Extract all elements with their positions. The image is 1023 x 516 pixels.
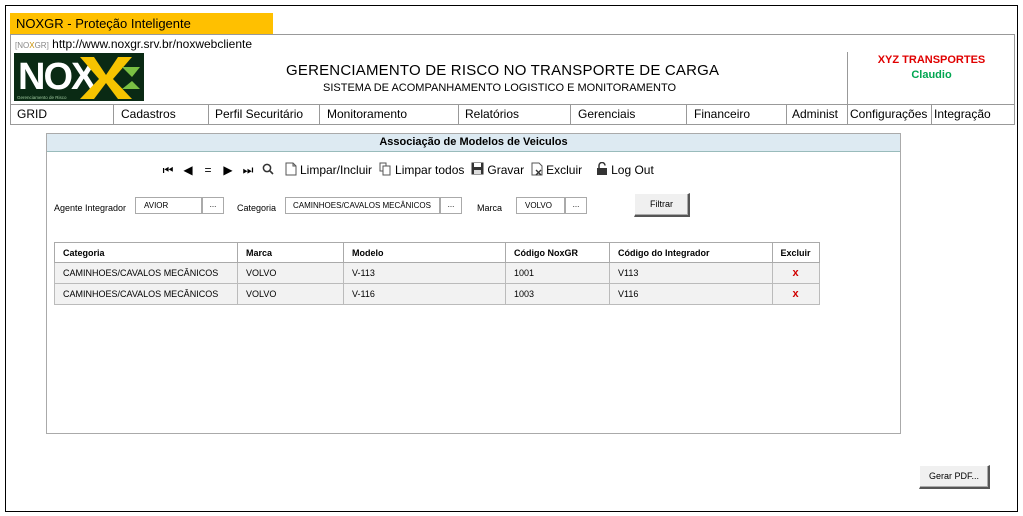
menu-item-financeiro[interactable]: Financeiro [687, 105, 787, 124]
main-menu: GRID Cadastros Perfil Securitário Monito… [10, 104, 1015, 125]
categoria-field[interactable]: CAMINHOES/CAVALOS MECÂNICOS [285, 197, 440, 214]
table-row[interactable]: CAMINHOES/CAVALOS MECÂNICOS VOLVO V-116 … [54, 283, 820, 305]
record-toolbar: ⏮ ◀ = ▶ ⏭ Limpar/Incluir Limpar todos Gr… [158, 161, 654, 179]
col-header-marca: Marca [237, 242, 344, 263]
url-logo-tag: [NOXGR] [15, 41, 49, 50]
cell-modelo: V-113 [343, 262, 506, 284]
categoria-label: Categoria [237, 203, 277, 213]
col-header-excluir: Excluir [772, 242, 820, 263]
col-header-modelo: Modelo [343, 242, 506, 263]
gerar-pdf-button[interactable]: Gerar PDF... [919, 465, 990, 489]
logout-button[interactable]: Log Out [596, 161, 654, 179]
col-header-codigo-noxgr: Código NoxGR [505, 242, 610, 263]
menu-item-perfil-securitario[interactable]: Perfil Securitário [209, 105, 320, 124]
cell-modelo: V-116 [343, 283, 506, 305]
col-header-codigo-integrador: Código do Integrador [609, 242, 773, 263]
marca-label: Marca [477, 203, 503, 213]
cell-categoria: CAMINHOES/CAVALOS MECÂNICOS [54, 283, 238, 305]
delete-row-icon[interactable]: x [772, 283, 820, 305]
search-icon[interactable] [258, 163, 278, 178]
menu-item-gerenciais[interactable]: Gerenciais [571, 105, 687, 124]
table-header-row: Categoria Marca Modelo Código NoxGR Códi… [54, 242, 820, 263]
menu-item-grid[interactable]: GRID [11, 105, 114, 124]
cell-codigo-noxgr: 1001 [505, 262, 610, 284]
association-panel: Associação de Modelos de Veiculos ⏮ ◀ = … [46, 133, 901, 434]
agente-integrador-lookup-button[interactable]: ... [202, 197, 224, 214]
next-record-icon[interactable]: ▶ [218, 163, 238, 177]
company-name: XYZ TRANSPORTES [877, 54, 986, 66]
delete-row-icon[interactable]: x [772, 262, 820, 284]
filtrar-button[interactable]: Filtrar [634, 193, 690, 217]
menu-item-relatorios[interactable]: Relatórios [459, 105, 571, 124]
cell-marca: VOLVO [237, 283, 344, 305]
agente-integrador-field[interactable]: AVIOR [135, 197, 202, 214]
cell-codigo-integrador: V113 [609, 262, 773, 284]
window-tab-title: NOXGR - Proteção Inteligente [16, 16, 191, 31]
limpar-incluir-button[interactable]: Limpar/Incluir [285, 162, 372, 179]
excluir-button[interactable]: Excluir [531, 162, 582, 179]
url-bar[interactable]: [NOXGR] http://www.noxgr.srv.br/noxwebcl… [10, 34, 1015, 52]
company-box: XYZ TRANSPORTES Claudio [847, 52, 1015, 104]
models-table: Categoria Marca Modelo Código NoxGR Códi… [54, 242, 820, 305]
page-title: GERENCIAMENTO DE RISCO NO TRANSPORTE DE … [286, 62, 720, 79]
agente-integrador-label: Agente Integrador [54, 203, 127, 213]
filter-row: Agente Integrador AVIOR ... Categoria CA… [47, 193, 900, 222]
menu-item-integracao[interactable]: Integração [932, 105, 1014, 124]
window-tab[interactable]: NOXGR - Proteção Inteligente [10, 13, 273, 34]
categoria-lookup-button[interactable]: ... [440, 197, 462, 214]
menu-item-monitoramento[interactable]: Monitoramento [320, 105, 459, 124]
page-header: NOX Gerenciamento de Risco GERENCIAMENTO… [10, 52, 1015, 104]
cell-codigo-noxgr: 1003 [505, 283, 610, 305]
unlock-icon [596, 161, 608, 179]
cell-categoria: CAMINHOES/CAVALOS MECÂNICOS [54, 262, 238, 284]
save-icon [471, 162, 484, 178]
table-row[interactable]: CAMINHOES/CAVALOS MECÂNICOS VOLVO V-113 … [54, 262, 820, 284]
copy-document-icon [379, 162, 392, 179]
cell-codigo-integrador: V116 [609, 283, 773, 305]
menu-item-administ[interactable]: Administ [787, 105, 848, 124]
nox-logo: NOX Gerenciamento de Risco [14, 53, 144, 101]
cell-marca: VOLVO [237, 262, 344, 284]
marca-lookup-button[interactable]: ... [565, 197, 587, 214]
marca-field[interactable]: VOLVO [516, 197, 565, 214]
page-subtitle: SISTEMA DE ACOMPANHAMENTO LOGISTICO E MO… [323, 82, 677, 94]
limpar-todos-button[interactable]: Limpar todos [379, 162, 464, 179]
url-text: http://www.noxgr.srv.br/noxwebcliente [52, 37, 253, 51]
menu-item-configuracoes[interactable]: Configurações [848, 105, 932, 124]
delete-document-icon [531, 162, 543, 179]
col-header-categoria: Categoria [54, 242, 238, 263]
equal-icon[interactable]: = [198, 163, 218, 177]
panel-title: Associação de Modelos de Veiculos [47, 134, 900, 152]
svg-text:Gerenciamento de Risco: Gerenciamento de Risco [17, 95, 67, 100]
new-document-icon [285, 162, 297, 179]
first-record-icon[interactable]: ⏮ [158, 163, 178, 178]
previous-record-icon[interactable]: ◀ [178, 163, 198, 177]
gravar-button[interactable]: Gravar [471, 162, 524, 178]
user-name: Claudio [911, 69, 952, 81]
last-record-icon[interactable]: ⏭ [238, 163, 258, 178]
menu-item-cadastros[interactable]: Cadastros [114, 105, 209, 124]
